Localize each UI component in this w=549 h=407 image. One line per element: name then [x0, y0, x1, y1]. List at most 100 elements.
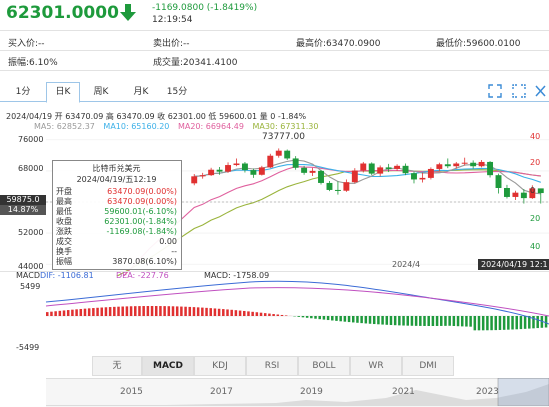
macd-bar — [84, 309, 87, 316]
macd-bar — [503, 316, 506, 330]
expand-icon[interactable] — [488, 84, 502, 98]
macd-bar — [281, 315, 284, 316]
macd-bar — [80, 309, 83, 316]
macd-bar — [277, 315, 280, 316]
macd-bar — [490, 316, 493, 330]
macd-bar — [251, 312, 254, 316]
tab-daily-k[interactable]: 日K — [46, 82, 80, 103]
candle-body[interactable] — [496, 175, 502, 188]
candle-body[interactable] — [352, 171, 358, 183]
indicator-tab-none[interactable]: 无 — [92, 356, 142, 376]
year-label: 2021 — [392, 387, 415, 397]
candle-body[interactable] — [394, 166, 400, 169]
candle-body[interactable] — [242, 164, 248, 171]
fullscreen-icon[interactable] — [512, 84, 526, 98]
candle-body[interactable] — [335, 190, 341, 191]
candle-body[interactable] — [250, 170, 256, 175]
tab-monthly-k[interactable]: 月K — [124, 83, 158, 101]
candle-body[interactable] — [327, 183, 333, 190]
indicator-tab-macd[interactable]: MACD — [142, 356, 194, 376]
candle-body[interactable] — [428, 169, 434, 178]
macd-bar — [390, 316, 393, 325]
macd-bar — [419, 316, 422, 326]
candle-body[interactable] — [538, 188, 544, 193]
macd-bar — [352, 316, 355, 322]
candle-body[interactable] — [259, 167, 265, 174]
macd-bar — [423, 316, 426, 326]
macd-bar — [260, 313, 263, 316]
candle-body[interactable] — [386, 167, 392, 169]
macd-bar — [180, 307, 183, 316]
candle-body[interactable] — [479, 162, 485, 166]
tooltip-key: 换手 — [56, 247, 72, 257]
macd-bar — [218, 309, 221, 316]
tab-15min[interactable]: 15分 — [162, 83, 192, 101]
candle-body[interactable] — [419, 178, 425, 180]
macd-bar — [67, 310, 70, 316]
tooltip-row: 最低59600.01(-6.10%) — [56, 207, 177, 217]
macd-chart[interactable] — [0, 280, 549, 352]
candle-body[interactable] — [208, 170, 214, 175]
candle-body[interactable] — [403, 166, 409, 173]
candle-body[interactable] — [225, 165, 231, 172]
candle-body[interactable] — [521, 193, 527, 198]
candle-body[interactable] — [310, 171, 316, 173]
indicator-tab-boll[interactable]: BOLL — [298, 356, 350, 376]
macd-bar — [314, 316, 317, 319]
candle-body[interactable] — [369, 164, 375, 174]
macd-bar — [105, 307, 108, 316]
tooltip-key: 收盘 — [56, 217, 72, 227]
candle-body[interactable] — [436, 164, 442, 169]
macd-bar — [344, 316, 347, 322]
candle-body[interactable] — [217, 170, 223, 172]
tooltip-value: 63470.09(0.00%) — [107, 187, 177, 197]
tooltip-value: 0.00 — [159, 237, 177, 247]
candle-body[interactable] — [504, 188, 510, 197]
candle-body[interactable] — [267, 156, 273, 168]
candle-body[interactable] — [487, 162, 493, 175]
candle-body[interactable] — [470, 163, 476, 167]
indicator-tab-kdj[interactable]: KDJ — [194, 356, 246, 376]
candle-body[interactable] — [191, 176, 197, 183]
candle-body[interactable] — [411, 173, 417, 179]
macd-bar — [482, 316, 485, 330]
macd-bar — [348, 316, 351, 322]
candle-body[interactable] — [301, 168, 307, 173]
macd-bar — [138, 306, 141, 316]
indicator-tab-wr[interactable]: WR — [350, 356, 402, 376]
tab-weekly-k[interactable]: 周K — [84, 83, 118, 101]
tooltip-value: 63470.09(0.00%) — [107, 197, 177, 207]
candle-body[interactable] — [276, 151, 282, 156]
candle-body[interactable] — [360, 164, 366, 171]
indicator-tab-rsi[interactable]: RSI — [246, 356, 298, 376]
candle-body[interactable] — [343, 182, 349, 191]
macd-bar — [222, 309, 225, 316]
candle-body[interactable] — [462, 163, 468, 164]
tooltip-row: 换手-- — [56, 247, 177, 257]
macd-bar — [478, 316, 481, 330]
macd-bar — [461, 316, 464, 326]
candle-body[interactable] — [293, 158, 299, 167]
candle-body[interactable] — [445, 164, 451, 166]
candle-body[interactable] — [284, 151, 290, 159]
candle-body[interactable] — [512, 193, 518, 197]
macd-bar — [536, 316, 539, 328]
macd-value: MACD: -1758.09 — [204, 271, 269, 280]
candle-body[interactable] — [377, 167, 383, 173]
candle-body[interactable] — [200, 175, 206, 176]
tab-1min[interactable]: 1分 — [4, 83, 42, 101]
macd-bar — [239, 311, 242, 316]
pct-axis-label: 20 — [530, 158, 540, 167]
candle-body[interactable] — [453, 164, 459, 167]
indicator-tab-dmi[interactable]: DMI — [402, 356, 454, 376]
macd-bar — [46, 312, 49, 316]
macd-bar — [520, 316, 523, 329]
tooltip-key: 最高 — [56, 197, 72, 207]
candle-body[interactable] — [234, 164, 240, 166]
candle-body[interactable] — [318, 171, 324, 183]
macd-bar — [499, 316, 502, 330]
macd-bar — [457, 316, 460, 326]
macd-bar — [327, 316, 330, 320]
close-icon[interactable] — [534, 84, 547, 98]
macd-bar — [511, 316, 514, 329]
